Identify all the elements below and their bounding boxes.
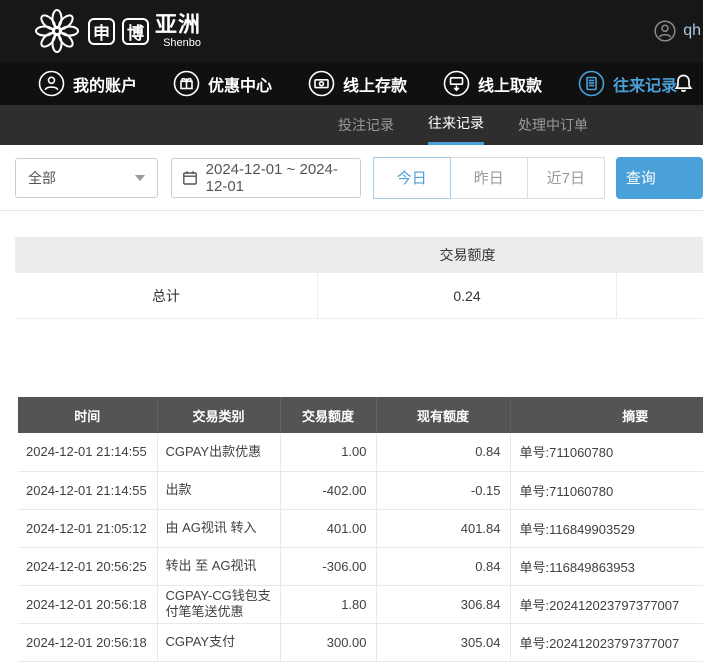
main-nav: 我的账户 优惠中心 线上存款 [0, 62, 703, 105]
cell-memo: 单号:711060780 [510, 433, 703, 471]
cell-type: CGPAY-CG钱包支付笔笔送优惠 [157, 585, 280, 623]
tab-processing-orders[interactable]: 处理中订单 [518, 105, 588, 145]
records-section: 时间 交易类别 交易额度 现有额度 摘要 2024-12-01 21:14:55… [18, 397, 703, 662]
flower-logo-icon [33, 7, 81, 55]
username-label: qh [683, 22, 701, 40]
cell-balance: 0.84 [376, 547, 510, 585]
cell-amount: -306.00 [280, 547, 376, 585]
records-table: 时间 交易类别 交易额度 现有额度 摘要 2024-12-01 21:14:55… [18, 397, 703, 662]
search-button[interactable]: 查询 [616, 157, 703, 199]
cell-time: 2024-12-01 20:56:25 [18, 547, 157, 585]
user-circle-icon [38, 70, 65, 97]
summary-total-row: 总计 0.24 [15, 273, 703, 319]
table-row: 2024-12-01 20:56:18 CGPAY支付 300.00 305.0… [18, 623, 703, 661]
cell-amount: 401.00 [280, 509, 376, 547]
cell-balance: 0.84 [376, 433, 510, 471]
table-row: 2024-12-01 20:56:25 转出 至 AG视讯 -306.00 0.… [18, 547, 703, 585]
table-row: 2024-12-01 20:56:18 CGPAY-CG钱包支付笔笔送优惠 1.… [18, 585, 703, 623]
cell-memo: 单号:202412023797377007 [510, 623, 703, 661]
nav-item-my-account[interactable]: 我的账户 [38, 70, 137, 97]
col-header-type: 交易类别 [157, 397, 280, 433]
cell-type: CGPAY出款优惠 [157, 433, 280, 471]
nav-label: 线上取款 [478, 72, 542, 96]
brand-subtitle: Shenbo [163, 37, 201, 49]
cell-amount: -402.00 [280, 471, 376, 509]
table-header-row: 时间 交易类别 交易额度 现有额度 摘要 [18, 397, 703, 433]
summary-total-label: 总计 [15, 273, 318, 318]
table-row: 2024-12-01 21:14:55 CGPAY出款优惠 1.00 0.84 … [18, 433, 703, 471]
summary-header-row: 交易额度 [15, 237, 703, 273]
nav-label: 我的账户 [73, 72, 137, 96]
nav-label: 往来记录 [613, 72, 677, 96]
cell-type: 由 AG视讯 转入 [157, 509, 280, 547]
brand-char-bo: 博 [122, 18, 149, 45]
nav-label: 线上存款 [343, 72, 407, 96]
account-menu[interactable]: qh [654, 20, 701, 42]
deposit-icon [308, 70, 335, 97]
summary-header-spacer [15, 237, 318, 273]
category-select[interactable]: 全部 [15, 158, 158, 198]
col-header-memo: 摘要 [510, 397, 703, 433]
top-bar: 申 博 亚洲 Shenbo qh [0, 0, 703, 62]
calendar-icon [182, 170, 198, 186]
category-select-value: 全部 [28, 168, 56, 188]
cell-balance: 306.84 [376, 585, 510, 623]
date-range-value: 2024-12-01 ~ 2024-12-01 [206, 161, 350, 195]
brand-logo[interactable]: 申 博 亚洲 Shenbo [33, 7, 201, 55]
summary-header-spacer [617, 237, 703, 273]
notification-bell-icon[interactable] [670, 70, 697, 97]
yesterday-button[interactable]: 昨日 [450, 157, 528, 199]
cell-type: CGPAY支付 [157, 623, 280, 661]
table-row: 2024-12-01 21:05:12 由 AG视讯 转入 401.00 401… [18, 509, 703, 547]
date-range-input[interactable]: 2024-12-01 ~ 2024-12-01 [171, 158, 361, 198]
cell-amount: 300.00 [280, 623, 376, 661]
nav-item-promotions[interactable]: 优惠中心 [173, 70, 272, 97]
nav-item-deposit[interactable]: 线上存款 [308, 70, 407, 97]
cell-time: 2024-12-01 21:14:55 [18, 471, 157, 509]
cell-balance: 401.84 [376, 509, 510, 547]
tab-transaction-records[interactable]: 往来记录 [428, 105, 484, 145]
sub-nav: 投注记录 往来记录 处理中订单 [0, 105, 703, 145]
col-header-time: 时间 [18, 397, 157, 433]
cell-time: 2024-12-01 20:56:18 [18, 585, 157, 623]
filter-bar: 全部 2024-12-01 ~ 2024-12-01 今日 昨日 近7日 查询 [0, 145, 703, 211]
chevron-down-icon [135, 175, 145, 181]
page: 申 博 亚洲 Shenbo qh [0, 0, 703, 663]
cell-time: 2024-12-01 21:14:55 [18, 433, 157, 471]
cell-amount: 1.00 [280, 433, 376, 471]
cell-type: 出款 [157, 471, 280, 509]
summary-total-value: 0.24 [318, 273, 617, 318]
cell-memo: 单号:202412023797377007 [510, 585, 703, 623]
table-row: 2024-12-01 21:14:55 出款 -402.00 -0.15 单号:… [18, 471, 703, 509]
cell-memo: 单号:116849903529 [510, 509, 703, 547]
quick-range-group: 今日 昨日 近7日 [373, 157, 605, 199]
user-avatar-icon [654, 20, 676, 42]
cell-memo: 单号:711060780 [510, 471, 703, 509]
gift-icon [173, 70, 200, 97]
cell-time: 2024-12-01 20:56:18 [18, 623, 157, 661]
brand-region: 亚洲 [155, 14, 201, 36]
nav-label: 优惠中心 [208, 72, 272, 96]
today-button[interactable]: 今日 [373, 157, 451, 199]
summary-table: 交易额度 总计 0.24 [15, 237, 703, 319]
nav-item-withdraw[interactable]: 线上取款 [443, 70, 542, 97]
cell-time: 2024-12-01 21:05:12 [18, 509, 157, 547]
withdraw-icon [443, 70, 470, 97]
summary-header-title: 交易额度 [318, 237, 617, 273]
cell-balance: -0.15 [376, 471, 510, 509]
tab-bet-records[interactable]: 投注记录 [338, 105, 394, 145]
col-header-balance: 现有额度 [376, 397, 510, 433]
cell-type: 转出 至 AG视讯 [157, 547, 280, 585]
brand-char-shen: 申 [88, 18, 115, 45]
last7days-button[interactable]: 近7日 [527, 157, 605, 199]
cell-balance: 305.04 [376, 623, 510, 661]
records-icon [578, 70, 605, 97]
cell-memo: 单号:116849863953 [510, 547, 703, 585]
cell-amount: 1.80 [280, 585, 376, 623]
nav-item-records[interactable]: 往来记录 [578, 70, 677, 97]
col-header-amount: 交易额度 [280, 397, 376, 433]
summary-spacer-cell [617, 273, 703, 318]
